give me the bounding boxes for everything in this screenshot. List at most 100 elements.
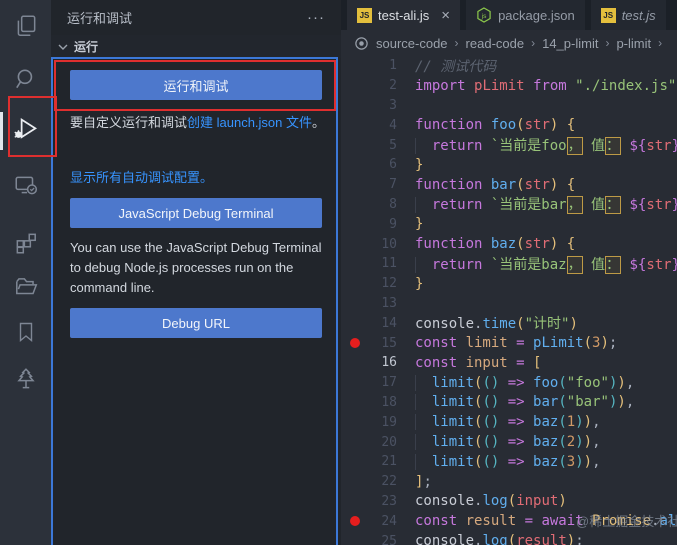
code-line[interactable]: 18 limit(() => bar("bar")), [341, 393, 677, 413]
code-line[interactable]: 19 limit(() => baz(1)), [341, 412, 677, 432]
gutter[interactable]: 23 [341, 492, 415, 512]
todo-tree-icon[interactable] [9, 362, 43, 396]
run-debug-icon[interactable] [9, 112, 43, 146]
gutter[interactable]: 22 [341, 472, 415, 492]
chevron-right-icon: › [454, 36, 459, 50]
nodejs-file-icon: js [476, 7, 492, 23]
code-line[interactable]: 24const result = await Promise.all( [341, 511, 677, 531]
activity-bar-active-indicator [0, 112, 3, 150]
remote-explorer-icon[interactable] [9, 168, 43, 202]
bookmarks-icon[interactable] [9, 315, 43, 349]
breadcrumb-item[interactable]: 14_p-limit [542, 36, 598, 51]
code-editor[interactable]: 1// 测试代码 2 import pLimit from "./index.js"… [341, 56, 677, 545]
gutter[interactable]: 14 [341, 313, 415, 333]
module-icon [355, 36, 368, 50]
gutter[interactable]: 25 [341, 531, 415, 545]
terminal-help-text: You can use the JavaScript Debug Termina… [70, 240, 322, 295]
run-section-label: 运行 [74, 40, 99, 54]
breakpoint-icon[interactable] [350, 516, 360, 527]
gutter[interactable]: 7 [341, 175, 415, 195]
code-line[interactable]: 12} [341, 274, 677, 294]
chevron-down-icon [58, 44, 68, 50]
code-line[interactable]: 6} [341, 155, 677, 175]
code-line[interactable]: 15 const limit = pLimit(3); [341, 333, 677, 353]
run-debug-sidebar: 运行和调试 ··· 运行 运行和调试 要自定义运行和调试创建 launch.js… [51, 0, 341, 545]
breakpoint-icon[interactable] [350, 338, 360, 349]
project-folder-icon[interactable] [9, 270, 43, 304]
code-line[interactable]: 7 function bar(str) { [341, 175, 677, 195]
code-line[interactable]: 20 limit(() => baz(2)), [341, 432, 677, 452]
breadcrumb-item[interactable]: p-limit [616, 36, 651, 51]
gutter[interactable]: 3 [341, 96, 415, 116]
show-auto-debug-configs-link[interactable]: 显示所有自动调试配置。 [70, 170, 213, 185]
code-line[interactable]: 13 [341, 294, 677, 314]
javascript-file-icon: JS [600, 7, 616, 23]
code-line[interactable]: 14 console.time("计时") [341, 313, 677, 333]
gutter[interactable]: 17 [341, 373, 415, 393]
breadcrumb: source-code › read-code › 14_p-limit › p… [341, 30, 677, 56]
gutter[interactable]: 4 [341, 115, 415, 135]
code-line[interactable]: 22]; [341, 472, 677, 492]
gutter[interactable]: 8 [341, 195, 415, 215]
close-tab-icon[interactable]: × [441, 8, 450, 23]
gutter[interactable]: 13 [341, 294, 415, 314]
gutter[interactable]: 24 [341, 511, 415, 531]
editor-group: JS test-ali.js × js package.json JS test… [341, 0, 677, 545]
tab-package-json[interactable]: js package.json [466, 0, 585, 30]
run-and-debug-button[interactable]: 运行和调试 [70, 70, 322, 100]
code-line[interactable]: 2import pLimit from "./index.js"; [341, 76, 677, 96]
code-line[interactable]: 1// 测试代码 [341, 56, 677, 76]
run-section-header[interactable]: 运行 [51, 35, 341, 58]
sidebar-content: 运行和调试 要自定义运行和调试创建 launch.json 文件。 显示所有自动… [51, 58, 341, 545]
gutter[interactable]: 18 [341, 393, 415, 413]
code-line[interactable]: 23 console.log(input) [341, 492, 677, 512]
tab-bar: JS test-ali.js × js package.json JS test… [341, 0, 677, 30]
gutter[interactable]: 5 [341, 135, 415, 155]
gutter[interactable]: 11 [341, 254, 415, 274]
chevron-right-icon: › [531, 36, 536, 50]
code-line[interactable]: 3 [341, 96, 677, 116]
code-line[interactable]: 16 const input = [ [341, 353, 677, 373]
debug-url-button[interactable]: Debug URL [70, 308, 322, 338]
code-line[interactable]: 8 return `当前是bar， 值： ${str}`; [341, 195, 677, 215]
gutter[interactable]: 1 [341, 56, 415, 76]
activity-bar [0, 0, 51, 545]
gutter[interactable]: 6 [341, 155, 415, 175]
tab-test-js[interactable]: JS test.js [590, 0, 666, 30]
code-line[interactable]: 17 limit(() => foo("foo")), [341, 373, 677, 393]
code-line[interactable]: 4 function foo(str) { [341, 115, 677, 135]
code-line[interactable]: 9} [341, 214, 677, 234]
chevron-right-icon: › [658, 36, 663, 50]
svg-text:js: js [481, 13, 487, 20]
code-line[interactable]: 21 limit(() => baz(3)), [341, 452, 677, 472]
breadcrumb-item[interactable]: read-code [466, 36, 525, 51]
gutter[interactable]: 12 [341, 274, 415, 294]
code-line[interactable]: 11 return `当前是baz， 值： ${str}`; [341, 254, 677, 274]
code-line[interactable]: 10 function baz(str) { [341, 234, 677, 254]
explorer-icon[interactable] [9, 9, 43, 43]
javascript-file-icon: JS [357, 7, 372, 23]
gutter[interactable]: 15 [341, 333, 415, 353]
breadcrumb-item[interactable]: source-code [376, 36, 448, 51]
customize-help-text: 要自定义运行和调试创建 launch.json 文件。 [70, 115, 326, 130]
search-icon[interactable] [9, 62, 43, 96]
sidebar-header: 运行和调试 ··· [51, 0, 341, 35]
gutter[interactable]: 16 [341, 353, 415, 373]
gutter[interactable]: 9 [341, 214, 415, 234]
sidebar-title: 运行和调试 [67, 11, 133, 26]
chevron-right-icon: › [605, 36, 610, 50]
js-debug-terminal-button[interactable]: JavaScript Debug Terminal [70, 198, 322, 228]
gutter[interactable]: 19 [341, 412, 415, 432]
gutter[interactable]: 20 [341, 432, 415, 452]
tab-test-ali-js[interactable]: JS test-ali.js × [347, 0, 461, 30]
code-lines: 1// 测试代码 2 import pLimit from "./index.js"… [341, 56, 677, 545]
sidebar-more-actions-icon[interactable]: ··· [307, 9, 325, 26]
extensions-icon[interactable] [9, 226, 43, 260]
gutter[interactable]: 10 [341, 234, 415, 254]
gutter[interactable]: 21 [341, 452, 415, 472]
code-line[interactable]: 5 return `当前是foo， 值： ${str}`; [341, 135, 677, 156]
show-configs-row: 显示所有自动调试配置。 [70, 168, 326, 188]
create-launch-json-link[interactable]: 创建 launch.json 文件 [187, 115, 312, 130]
gutter[interactable]: 2 [341, 76, 415, 96]
code-line[interactable]: 25 console.log(result); [341, 531, 677, 545]
